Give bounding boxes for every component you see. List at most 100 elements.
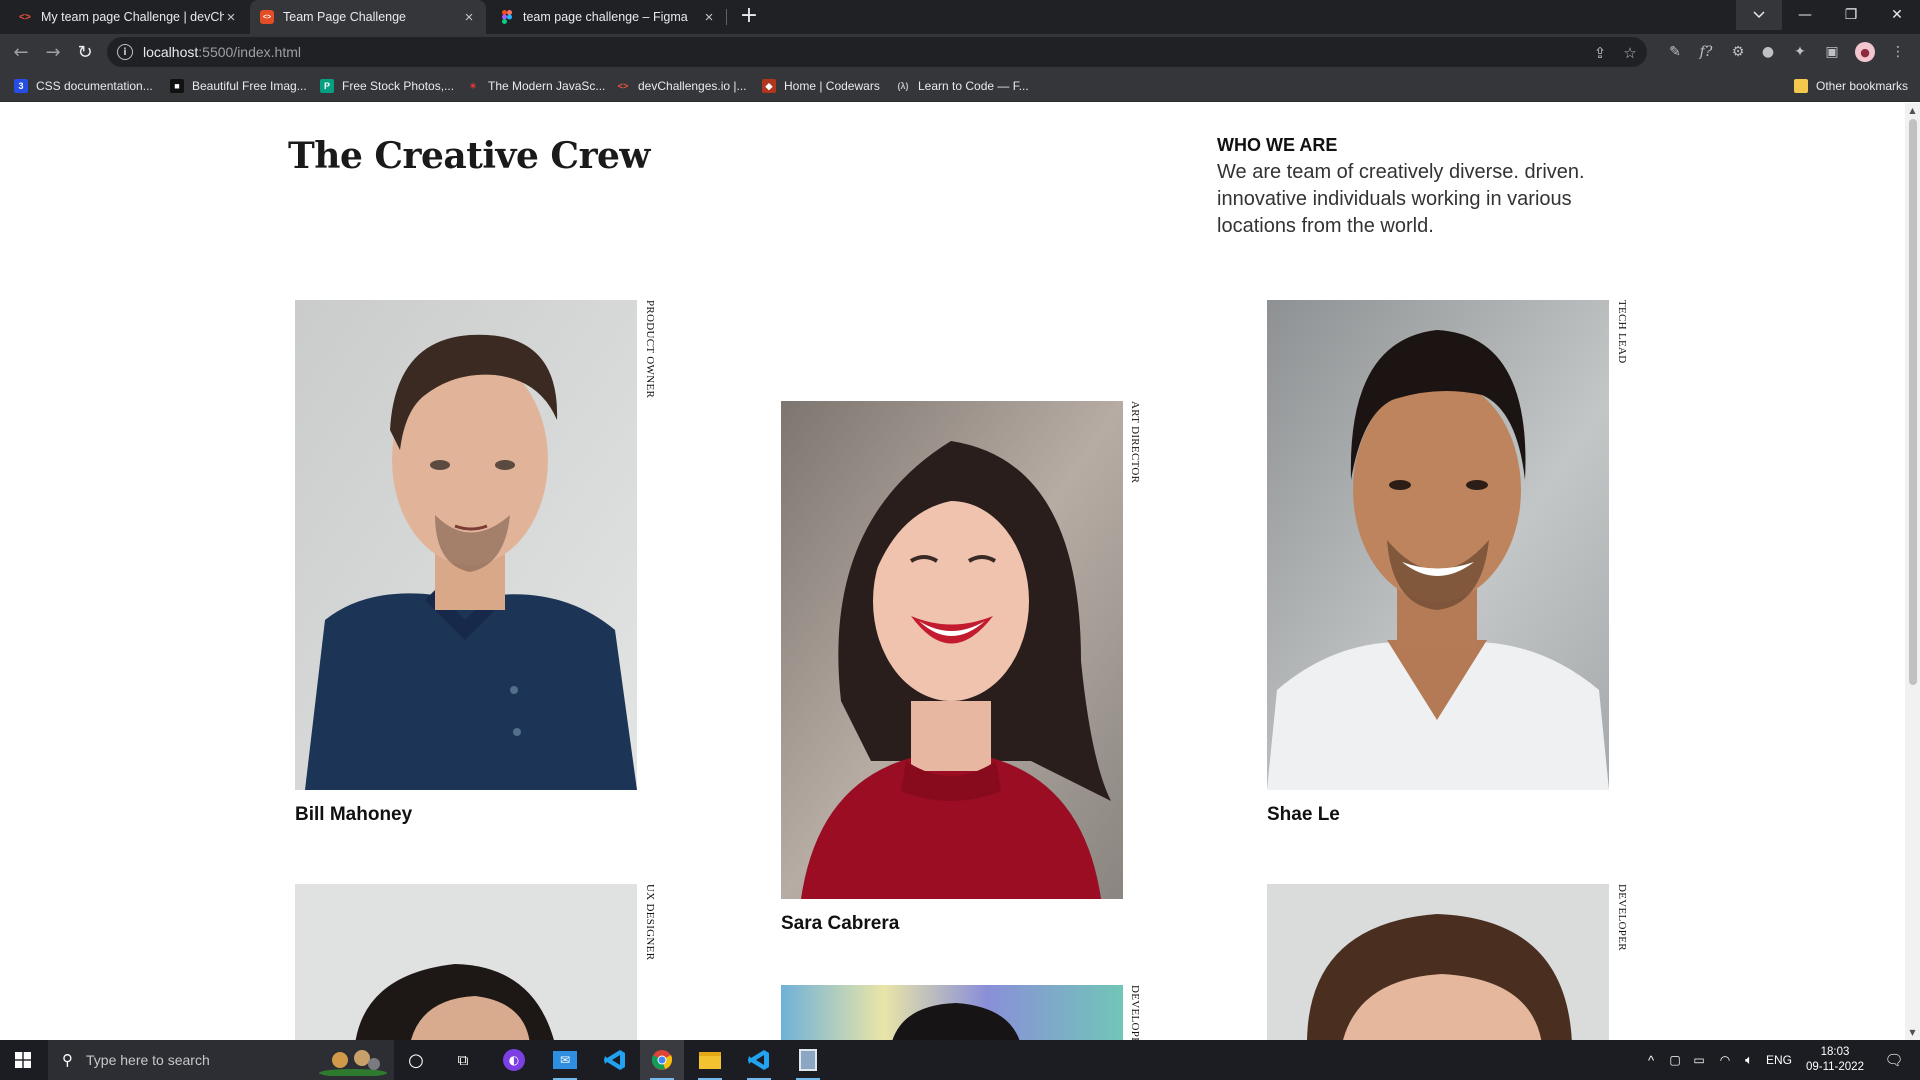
bulb-extension-icon[interactable]: ● — [1758, 42, 1778, 62]
pexels-icon: P — [320, 79, 334, 93]
unsplash-icon: ■ — [170, 79, 184, 93]
html-file-icon: <> — [260, 10, 274, 24]
member-photo — [1267, 884, 1609, 1040]
address-bar[interactable]: i localhost:5500/index.html ⇪ ☆ — [107, 37, 1647, 67]
tab-search-button[interactable] — [1736, 0, 1782, 30]
bookmark-label: Home | Codewars — [784, 79, 880, 93]
forward-button[interactable]: → — [41, 40, 65, 64]
bookmark-star-icon[interactable]: ☆ — [1621, 44, 1639, 62]
bookmark-label: Learn to Code — F... — [918, 79, 1029, 93]
scroll-up-arrow[interactable]: ▲ — [1908, 106, 1917, 115]
show-hidden-icons[interactable]: ^ — [1640, 1040, 1662, 1080]
figma-icon — [500, 10, 514, 24]
fonts-extension-icon[interactable]: f? — [1696, 42, 1716, 62]
network-icon[interactable]: ◠ — [1714, 1040, 1736, 1080]
mail-app-icon[interactable]: ✉ — [543, 1040, 587, 1080]
start-button[interactable] — [0, 1040, 46, 1080]
bookmark-item[interactable]: P Free Stock Photos,... — [320, 70, 454, 102]
scroll-down-arrow[interactable]: ▼ — [1908, 1028, 1917, 1037]
tab-title: Team Page Challenge — [283, 10, 406, 24]
member-photo — [295, 884, 637, 1040]
tab-divider — [726, 9, 727, 25]
podcast-app-icon[interactable]: ◐ — [494, 1040, 534, 1080]
member-photo — [1267, 300, 1609, 790]
taskbar-search[interactable]: ⚲ Type here to search — [48, 1040, 394, 1080]
bookmark-label: devChallenges.io |... — [638, 79, 747, 93]
member-name: Sara Cabrera — [781, 913, 900, 934]
pen-extension-icon[interactable]: ✎ — [1665, 42, 1685, 62]
url-path: :5500/index.html — [198, 44, 301, 60]
clock[interactable]: 18:03 09-11-2022 — [1796, 1040, 1874, 1080]
bookmark-label: Free Stock Photos,... — [342, 79, 455, 93]
back-button[interactable]: ← — [9, 40, 33, 64]
menu-icon[interactable]: ⋮ — [1888, 42, 1908, 62]
new-tab-button[interactable]: + — [737, 5, 761, 29]
javascript-info-icon: ✶ — [469, 80, 477, 91]
share-icon[interactable]: ⇪ — [1591, 44, 1609, 62]
file-explorer-icon[interactable] — [688, 1040, 732, 1080]
css-icon: 3 — [14, 79, 28, 93]
chrome-icon[interactable] — [640, 1040, 684, 1080]
puzzle-extensions-icon[interactable]: ✦ — [1790, 42, 1810, 62]
bookmark-label: Beautiful Free Imag... — [192, 79, 307, 93]
other-bookmarks-label: Other bookmarks — [1816, 79, 1909, 93]
codewars-icon: ◆ — [762, 79, 776, 93]
side-panel-icon[interactable]: ▣ — [1822, 42, 1842, 62]
member-role: DEVELOPER — [1129, 985, 1141, 1040]
battery-icon[interactable]: ▭ — [1688, 1040, 1710, 1080]
bookmark-label: CSS documentation... — [36, 79, 153, 93]
close-icon[interactable]: × — [224, 9, 238, 26]
url-host: localhost — [143, 44, 199, 60]
other-bookmarks[interactable]: Other bookmarks — [1794, 70, 1908, 102]
close-icon[interactable]: × — [702, 9, 716, 26]
url-text: localhost:5500/index.html — [143, 44, 301, 60]
bookmark-label: The Modern JavaSc... — [488, 79, 606, 93]
info-icon[interactable]: i — [117, 44, 133, 60]
tab-title: My team page Challenge | devCh — [41, 10, 224, 24]
who-we-are-text: We are team of creatively diverse. drive… — [1217, 161, 1585, 237]
language-indicator[interactable]: ENG — [1762, 1040, 1796, 1080]
tab-figma[interactable]: team page challenge – Figma × — [490, 0, 726, 34]
tab-title: team page challenge – Figma — [523, 10, 688, 24]
gear-extension-icon[interactable]: ⚙ — [1728, 42, 1748, 62]
close-icon[interactable]: × — [462, 9, 476, 26]
cortana-icon[interactable]: ○ — [396, 1040, 436, 1080]
member-role: PRODUCT OWNER — [644, 300, 656, 399]
page-viewport: The Creative Crew WHO WE ARE We are team… — [0, 103, 1905, 1040]
minimize-button[interactable]: — — [1782, 0, 1828, 30]
member-name: Bill Mahoney — [295, 804, 413, 825]
vscode-icon[interactable] — [593, 1040, 637, 1080]
search-placeholder: Type here to search — [86, 1052, 210, 1068]
notifications-icon[interactable]: 🗨︎ — [1874, 1040, 1914, 1080]
who-we-are-title: WHO WE ARE — [1217, 135, 1338, 155]
bookmark-item[interactable]: 3 CSS documentation... — [14, 70, 153, 102]
browser-toolbar: ← → ↻ i localhost:5500/index.html ⇪ ☆ ✎ … — [0, 34, 1920, 70]
reload-button[interactable]: ↻ — [73, 40, 97, 64]
member-photo — [781, 985, 1123, 1040]
clock-time: 18:03 — [1820, 1046, 1850, 1058]
restore-button[interactable]: ❐ — [1828, 0, 1874, 30]
bookmark-item[interactable]: ■ Beautiful Free Imag... — [170, 70, 307, 102]
bookmark-item[interactable]: ◆ Home | Codewars — [762, 70, 880, 102]
meet-now-icon[interactable]: ▢ — [1664, 1040, 1686, 1080]
vscode-window-icon[interactable] — [737, 1040, 781, 1080]
page-title: The Creative Crew — [288, 135, 650, 177]
tab-devchallenges[interactable]: <> My team page Challenge | devCh × — [8, 0, 248, 34]
bookmarks-bar: 3 CSS documentation... ■ Beautiful Free … — [0, 70, 1920, 102]
calculator-icon[interactable] — [786, 1040, 830, 1080]
close-window-button[interactable]: ✕ — [1874, 0, 1920, 30]
avatar[interactable]: ● — [1855, 42, 1875, 62]
bookmark-item[interactable]: ✶ The Modern JavaSc... — [466, 70, 605, 102]
clock-date: 09-11-2022 — [1806, 1061, 1864, 1073]
member-role: UX DESIGNER — [644, 884, 656, 961]
member-role: ART DIRECTOR — [1129, 401, 1141, 484]
tab-team-page[interactable]: <> Team Page Challenge × — [250, 0, 486, 34]
freecodecamp-icon: (λ) — [897, 81, 909, 91]
volume-icon[interactable]: 🔈︎ — [1738, 1040, 1760, 1080]
devchallenges-icon: <> — [617, 81, 629, 91]
task-view-icon[interactable]: ⧉ — [443, 1040, 483, 1080]
scroll-thumb[interactable] — [1909, 119, 1917, 685]
page-scrollbar[interactable]: ▲ ▼ — [1905, 103, 1920, 1040]
bookmark-item[interactable]: <> devChallenges.io |... — [616, 70, 747, 102]
bookmark-item[interactable]: (λ) Learn to Code — F... — [896, 70, 1029, 102]
